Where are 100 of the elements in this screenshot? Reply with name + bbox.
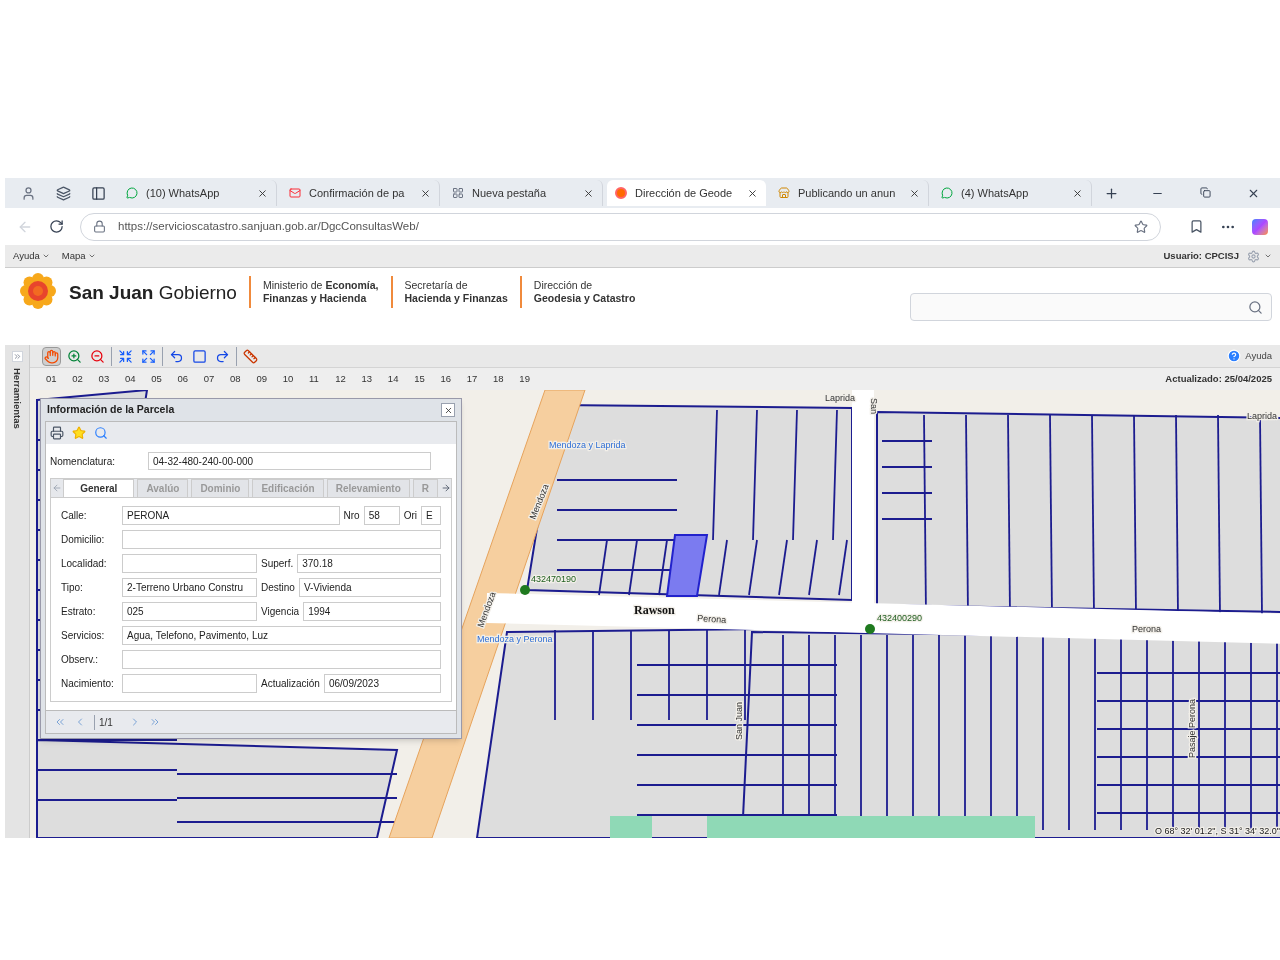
input-field[interactable]: E <box>421 506 441 525</box>
input-field[interactable]: 06/09/2023 <box>323 674 441 693</box>
profile-icon[interactable] <box>21 185 36 201</box>
field-label: Superf. <box>261 557 294 571</box>
layer-tab[interactable]: 17 <box>466 371 494 387</box>
caret-icon <box>87 252 96 260</box>
browser-tab[interactable]: Publicando un anun <box>770 180 929 206</box>
close-button[interactable] <box>441 403 455 417</box>
page-icon <box>452 187 464 199</box>
help-button[interactable]: Ayuda <box>1227 348 1272 364</box>
menu-item[interactable]: Ayuda <box>13 248 50 264</box>
field-label: Domicilio: <box>61 533 106 547</box>
agency-name: Hacienda y Finanzas <box>404 292 508 305</box>
star-icon[interactable] <box>72 426 86 440</box>
input-field[interactable]: V-Vivienda <box>298 578 441 597</box>
tab-actions-icon[interactable] <box>91 185 106 201</box>
layer-tab[interactable]: 18 <box>493 371 520 387</box>
search-icon[interactable] <box>94 426 108 440</box>
tab-title: Dirección de Geode <box>635 185 734 201</box>
input-field[interactable]: 025 <box>122 602 257 621</box>
expand-icon <box>141 348 156 364</box>
mail-icon <box>289 187 301 199</box>
layer-tab[interactable]: 14 <box>387 371 415 387</box>
layer-tab[interactable]: 02 <box>72 371 99 387</box>
chat-bubble-icon <box>941 187 953 199</box>
layer-tab[interactable]: 03 <box>98 371 125 387</box>
field-label: Nro <box>343 509 360 523</box>
favorite-icon[interactable] <box>1134 219 1148 234</box>
tool-button[interactable] <box>241 346 260 366</box>
layer-tab[interactable]: 06 <box>177 371 204 387</box>
layer-tab[interactable]: 08 <box>230 371 257 387</box>
point-marker[interactable] <box>520 585 530 595</box>
input-field[interactable]: 58 <box>363 506 400 525</box>
layer-tab[interactable]: 13 <box>361 371 388 387</box>
layer-tab[interactable]: 01 <box>46 371 73 387</box>
point-marker[interactable] <box>865 624 875 634</box>
close-icon[interactable] <box>909 187 920 199</box>
input-field[interactable] <box>122 530 441 549</box>
field-label: Nacimiento: <box>61 677 115 691</box>
input-field[interactable]: 1994 <box>303 602 441 621</box>
street-label: Pasaje Perona <box>1187 698 1197 758</box>
close-icon[interactable] <box>257 187 268 199</box>
coordinates-readout: O 68° 32' 01.2", S 31° 34' 32.0" <box>1154 826 1280 836</box>
close-icon[interactable] <box>420 187 431 199</box>
search-icon[interactable] <box>1248 299 1263 315</box>
browser-tab[interactable]: Dirección de Geode <box>607 180 766 206</box>
layer-tab[interactable]: 04 <box>124 371 152 387</box>
layer-tab[interactable]: 15 <box>414 371 441 387</box>
close-icon[interactable] <box>747 187 758 199</box>
reload-icon[interactable] <box>49 219 64 234</box>
street-label: Perona <box>696 613 727 625</box>
tool-button[interactable] <box>42 346 61 366</box>
tab-title: Confirmación de pa <box>309 185 406 201</box>
point-code-label: 432470190 <box>531 574 577 584</box>
nomenclature-field[interactable]: 04-32-480-240-00-000 <box>148 452 431 470</box>
zoom-in-icon <box>67 348 82 364</box>
workspaces-icon[interactable] <box>56 185 71 201</box>
field-label: Actualización <box>261 677 320 691</box>
arrow-left-icon <box>52 483 63 493</box>
agency-name: Dirección de <box>533 279 594 292</box>
favorites-icon[interactable] <box>1189 219 1204 234</box>
input-field[interactable]: Agua, Telefono, Pavimento, Luz <box>122 626 441 645</box>
selected-parcel[interactable] <box>665 534 709 597</box>
street-label: San <box>869 398 879 414</box>
lock-icon[interactable] <box>93 220 106 233</box>
browser-tab[interactable]: Confirmación de pa <box>281 180 440 206</box>
layer-tab[interactable]: 05 <box>151 371 178 387</box>
layer-tab[interactable]: 16 <box>440 371 467 387</box>
new-tab-icon[interactable] <box>1104 185 1119 201</box>
layer-tab[interactable]: 12 <box>335 371 362 387</box>
input-field[interactable] <box>122 674 257 693</box>
field-label: Localidad: <box>61 557 108 571</box>
close-icon[interactable] <box>1072 187 1083 199</box>
search-field[interactable] <box>910 293 1272 321</box>
input-field[interactable]: PERONA <box>122 506 340 525</box>
layer-tab[interactable]: 07 <box>203 371 231 387</box>
tab[interactable]: General <box>63 479 135 497</box>
input-field[interactable]: 2-Terreno Urbano Constru <box>122 578 257 597</box>
user-label: Usuario: CPCISJ <box>1163 248 1239 263</box>
layer-tab[interactable]: 19 <box>519 371 546 387</box>
printer-icon[interactable] <box>50 426 64 440</box>
tab-title: Nueva pestaña <box>472 185 547 201</box>
close-icon[interactable] <box>583 187 594 199</box>
layer-tab[interactable]: 11 <box>308 371 336 387</box>
tab-title: Publicando un anun <box>798 185 897 201</box>
caret-icon[interactable] <box>1264 252 1272 260</box>
browser-tab[interactable]: (10) WhatsApp <box>118 180 277 206</box>
browser-tab[interactable]: Nueva pestaña <box>444 180 603 206</box>
hand-icon <box>44 348 59 364</box>
layer-tab[interactable]: 10 <box>282 371 309 387</box>
sidebar-title[interactable]: Herramientas <box>9 368 25 429</box>
copilot-icon[interactable] <box>1252 218 1268 235</box>
input-field[interactable]: 370.18 <box>297 554 441 573</box>
restore-icon[interactable] <box>1200 186 1211 198</box>
menu-item[interactable]: Mapa <box>61 248 96 264</box>
input-field[interactable] <box>122 650 441 669</box>
layer-tab[interactable]: 09 <box>256 371 283 387</box>
input-field[interactable] <box>122 554 257 573</box>
close-icon <box>443 405 453 415</box>
browser-tab[interactable]: (4) WhatsApp <box>933 180 1092 206</box>
